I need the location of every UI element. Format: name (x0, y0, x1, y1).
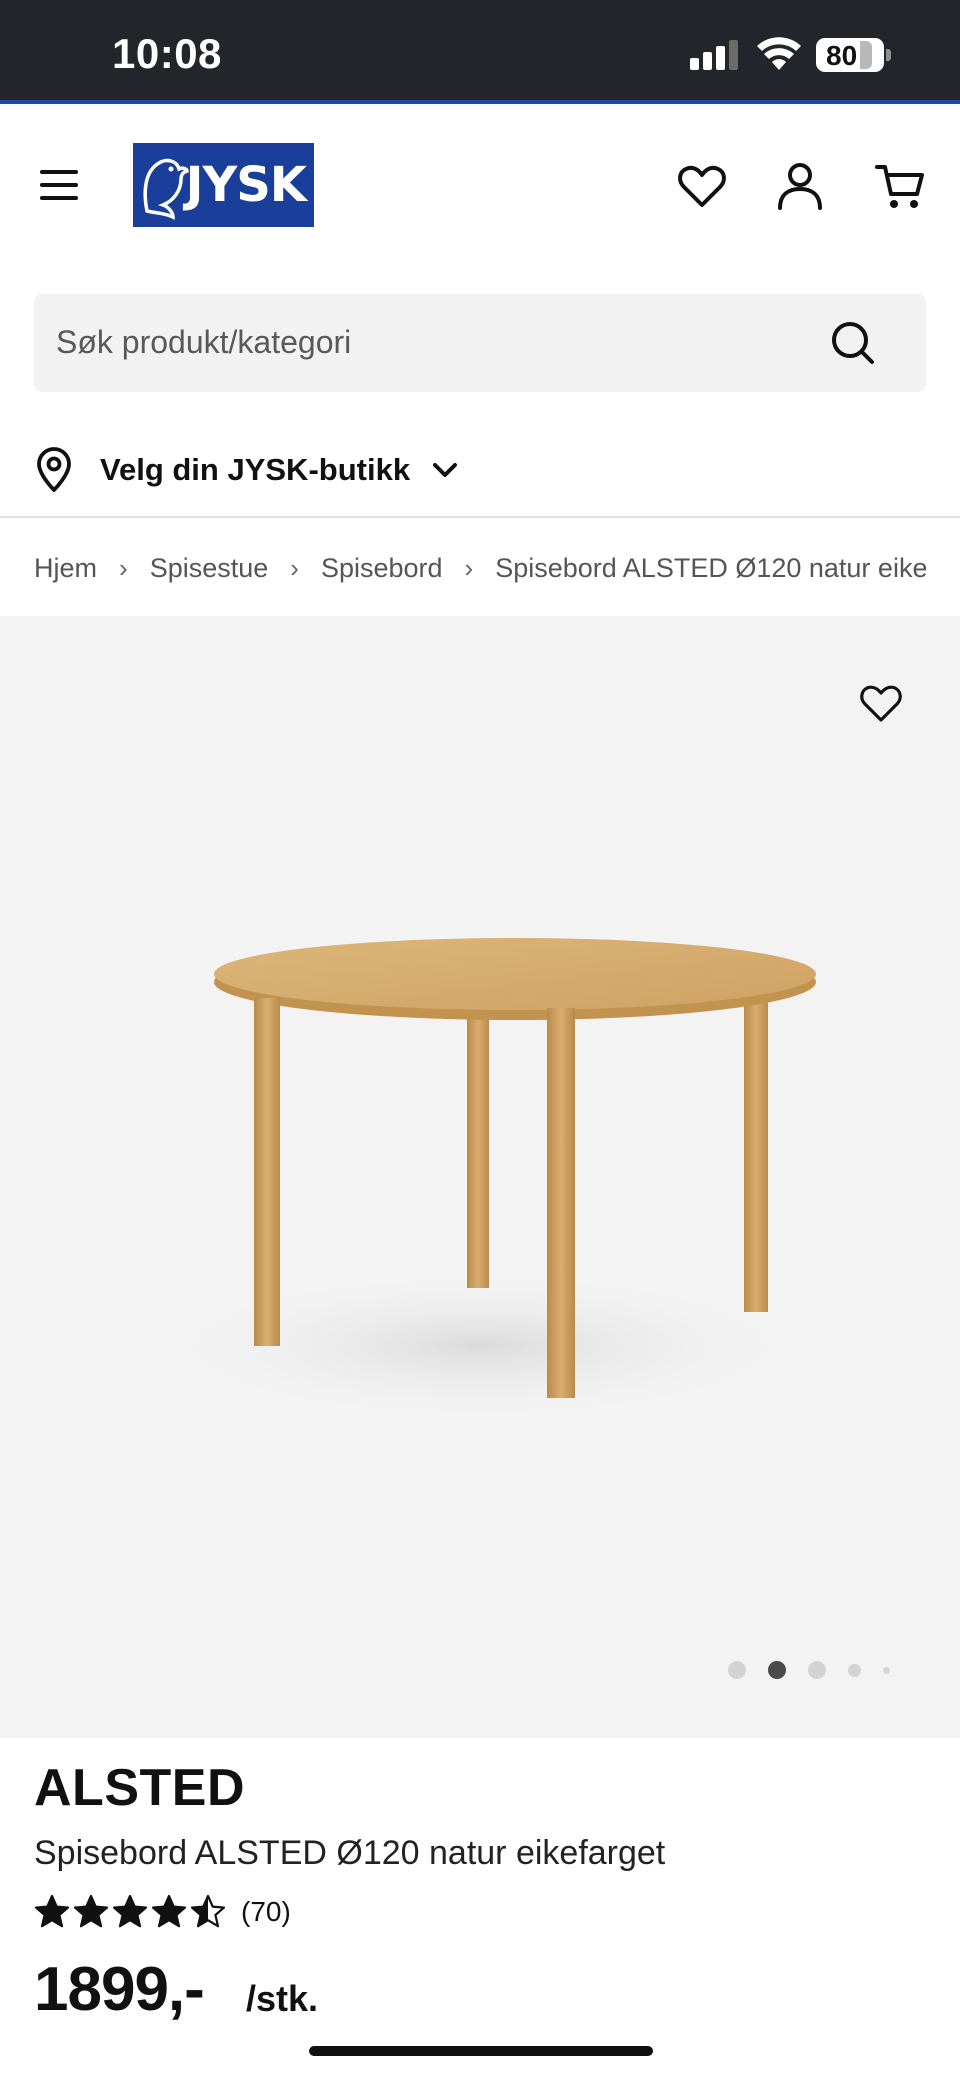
star-half-icon (190, 1894, 226, 1928)
jysk-logo[interactable]: JYSK (133, 143, 314, 227)
site-header: JYSK (0, 108, 960, 264)
divider (0, 516, 960, 518)
product-rating[interactable]: (70) (34, 1890, 291, 1934)
home-indicator (309, 2046, 653, 2056)
review-count[interactable]: (70) (241, 1896, 291, 1928)
signal-icon (690, 40, 738, 70)
product-brand: ALSTED (34, 1759, 245, 1817)
star-full-icon (34, 1894, 70, 1928)
gallery-dot[interactable] (808, 1661, 826, 1679)
breadcrumb-item-spisebord[interactable]: Spisebord (321, 553, 443, 584)
search-input[interactable]: Søk produkt/kategori (34, 294, 926, 392)
breadcrumb-item-spisestue[interactable]: Spisestue (150, 553, 269, 584)
menu-icon[interactable] (34, 164, 86, 206)
star-full-icon (73, 1894, 109, 1928)
gallery-pagination (728, 1660, 912, 1680)
price-unit: /stk. (246, 1978, 319, 2019)
status-time: 10:08 (112, 30, 222, 77)
status-bar: 10:08 80 (0, 0, 960, 104)
breadcrumb-item-hjem[interactable]: Hjem (34, 553, 97, 584)
product-name: Spisebord ALSTED Ø120 natur eikefarget (34, 1834, 666, 1872)
breadcrumb-item-current: Spisebord ALSTED Ø120 natur eikefarget (495, 552, 926, 583)
account-user-icon[interactable] (774, 160, 826, 212)
product-image (150, 938, 816, 1421)
product-image-gallery[interactable] (0, 616, 960, 1738)
breadcrumb: Hjem › Spisestue › Spisebord › Spisebord… (34, 548, 926, 588)
gallery-dot[interactable] (883, 1666, 890, 1674)
add-to-wishlist-heart-icon[interactable] (858, 682, 904, 724)
star-full-icon (112, 1894, 148, 1928)
chevron-right-icon: › (290, 552, 299, 583)
store-selector[interactable]: Velg din JYSK-butikk (34, 446, 460, 494)
gallery-dot[interactable] (728, 1661, 746, 1679)
gallery-dot[interactable] (848, 1663, 861, 1677)
product-price: 1899,- (34, 1955, 205, 2024)
store-selector-label: Velg din JYSK-butikk (100, 452, 411, 487)
chevron-right-icon: › (119, 552, 128, 583)
wifi-icon (757, 37, 801, 70)
logo-text: JYSK (185, 157, 307, 213)
location-pin-icon (37, 447, 71, 492)
star-full-icon (151, 1894, 187, 1928)
chevron-right-icon: › (464, 552, 474, 583)
gallery-dot[interactable] (768, 1661, 786, 1679)
battery-icon: 80 (816, 38, 891, 72)
search-icon[interactable] (828, 318, 878, 368)
chevron-down-icon (433, 463, 458, 477)
shopping-cart-icon[interactable] (874, 160, 926, 212)
wishlist-heart-icon[interactable] (676, 160, 728, 212)
bird-logo-icon (143, 158, 189, 220)
search-placeholder: Søk produkt/kategori (56, 324, 352, 360)
battery-level: 80 (826, 40, 858, 71)
rating-stars (34, 1894, 229, 1930)
